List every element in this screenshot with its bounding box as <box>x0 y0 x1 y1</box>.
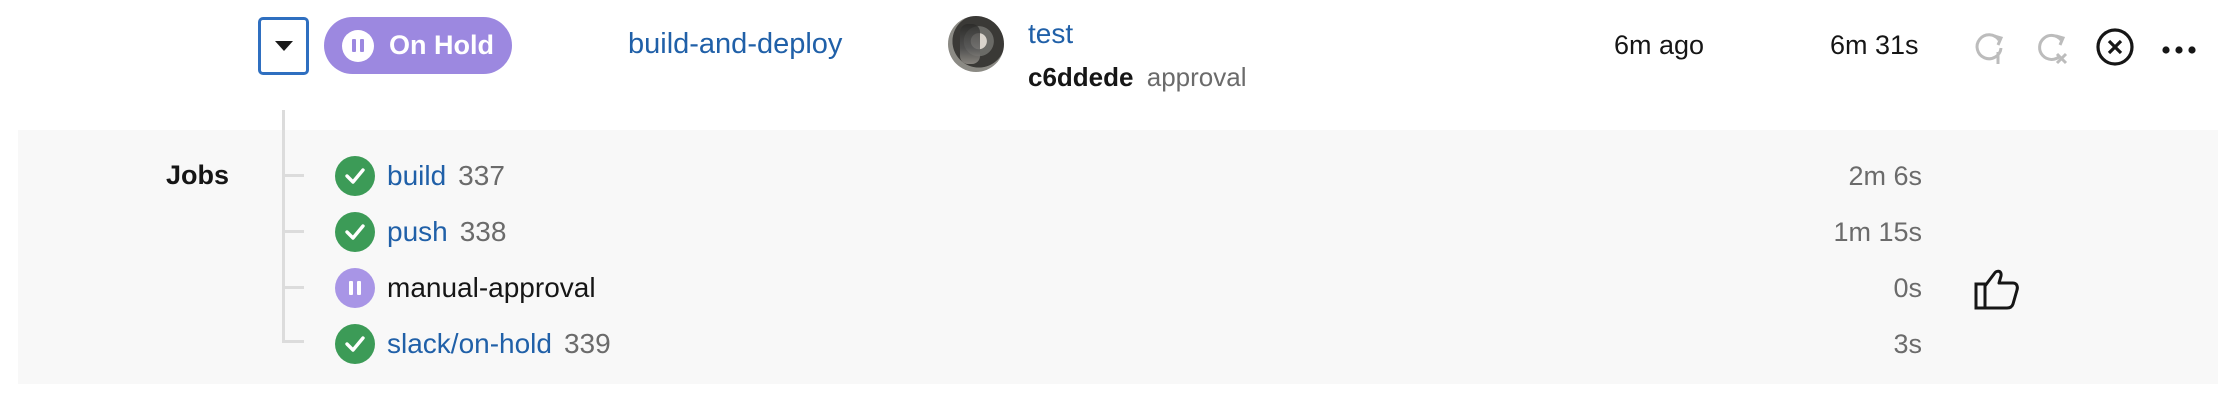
job-duration: 1m 15s <box>1833 217 1922 247</box>
rerun-icon[interactable] <box>1968 26 2010 68</box>
job-row: manual-approval 0s <box>0 263 2232 313</box>
job-duration: 3s <box>1893 329 1922 359</box>
success-check-icon <box>335 324 375 364</box>
job-name-text[interactable]: build <box>387 160 446 191</box>
commit-info: c6ddede approval <box>1028 62 1246 93</box>
job-row: push 338 1m 15s <box>0 207 2232 257</box>
job-name-text: manual-approval <box>387 272 596 303</box>
expand-toggle-button[interactable] <box>258 17 309 75</box>
status-label: On Hold <box>389 30 494 60</box>
success-check-icon <box>335 212 375 252</box>
chevron-down-icon <box>274 41 293 51</box>
avatar <box>948 16 1004 72</box>
job-name-text[interactable]: slack/on-hold <box>387 328 552 359</box>
thumbs-up-approve-icon[interactable] <box>1972 264 2022 312</box>
time-ago: 6m ago <box>1614 30 1705 60</box>
job-number: 338 <box>459 216 507 247</box>
user-link[interactable]: test <box>1028 18 1073 50</box>
job-name[interactable]: push 338 <box>387 216 506 248</box>
more-icon[interactable] <box>2158 26 2200 68</box>
job-row: slack/on-hold 339 3s <box>0 319 2232 369</box>
job-name: manual-approval <box>387 272 596 304</box>
job-duration: 2m 6s <box>1848 161 1922 191</box>
on-hold-pause-icon <box>335 268 375 308</box>
job-name[interactable]: slack/on-hold 339 <box>387 328 611 360</box>
workflow-link[interactable]: build-and-deploy <box>628 28 842 61</box>
status-badge: On Hold <box>324 17 512 74</box>
cancel-icon[interactable] <box>2094 26 2136 68</box>
commit-hash[interactable]: c6ddede <box>1028 62 1134 92</box>
commit-message: approval <box>1146 62 1247 92</box>
job-row: build 337 2m 6s <box>0 151 2232 201</box>
job-duration: 0s <box>1893 273 1922 303</box>
job-name[interactable]: build 337 <box>387 160 505 192</box>
success-check-icon <box>335 156 375 196</box>
job-name-text[interactable]: push <box>387 216 448 247</box>
job-number: 337 <box>458 160 505 191</box>
pipeline-row: On Hold build-and-deploy test c6ddede ap… <box>0 0 2232 92</box>
pipeline-duration: 6m 31s <box>1830 30 1919 60</box>
rerun-failed-icon[interactable] <box>2030 26 2072 68</box>
pause-icon <box>342 29 374 62</box>
job-number: 339 <box>563 328 611 359</box>
